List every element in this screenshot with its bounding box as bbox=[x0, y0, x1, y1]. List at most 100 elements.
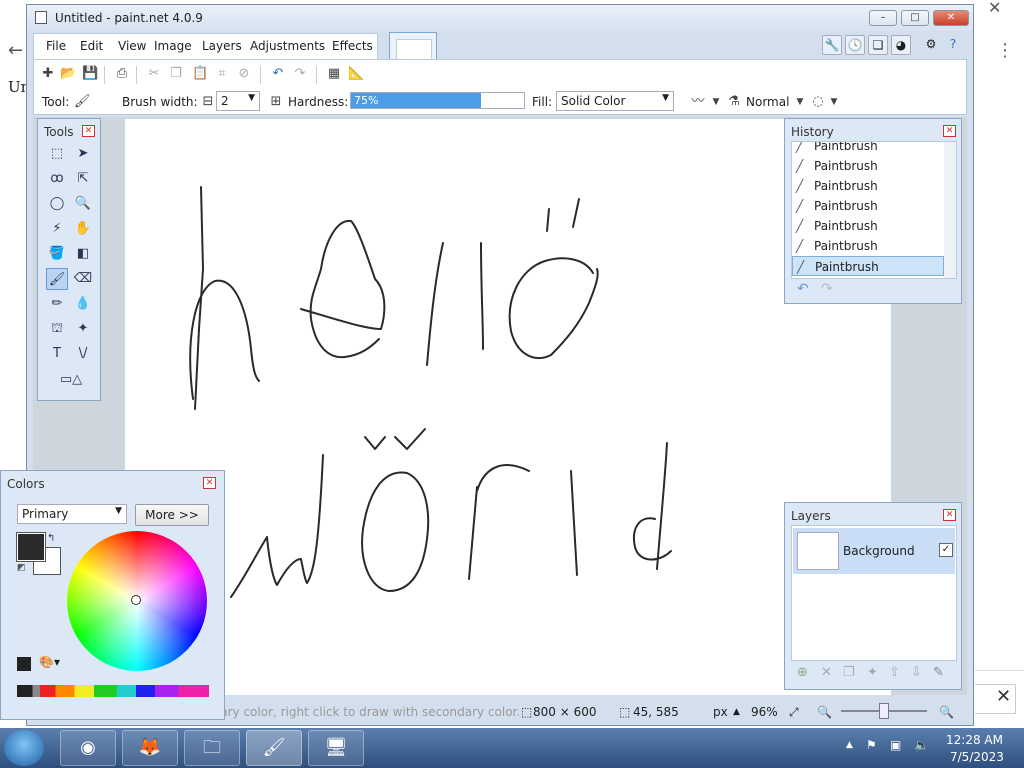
drawing-canvas[interactable] bbox=[125, 119, 891, 695]
recolor-tool-icon[interactable]: ✦ bbox=[72, 318, 94, 340]
chrome-taskbar-icon[interactable]: ◉ bbox=[60, 730, 116, 766]
print-icon[interactable]: ⎙ bbox=[114, 66, 130, 82]
crop-icon[interactable]: ⌗ bbox=[214, 66, 230, 82]
chevron-up-icon[interactable]: ▲ bbox=[733, 707, 740, 717]
network-icon[interactable]: ▣ bbox=[890, 738, 901, 752]
new-icon[interactable]: ✚ bbox=[40, 66, 56, 82]
zoom-to-window-icon[interactable]: ⤢ bbox=[789, 705, 799, 720]
history-item[interactable]: ╱ Paintbrush bbox=[792, 176, 944, 196]
palette-swatch-icon[interactable] bbox=[17, 657, 31, 671]
redo-icon[interactable]: ↷ bbox=[821, 281, 833, 297]
text-tool-icon[interactable]: T bbox=[46, 343, 68, 365]
line-curve-tool-icon[interactable]: \/ bbox=[72, 343, 94, 365]
action-center-icon[interactable]: ⚑ bbox=[866, 738, 877, 752]
add-layer-icon[interactable]: ⊕ bbox=[797, 665, 808, 680]
history-window-icon[interactable]: 🕓 bbox=[845, 35, 865, 55]
maximize-button[interactable]: □ bbox=[901, 10, 929, 26]
start-button[interactable] bbox=[4, 730, 44, 766]
hardness-slider[interactable]: 75% bbox=[350, 92, 525, 109]
palette-menu-icon[interactable]: 🎨▾ bbox=[39, 655, 60, 669]
network-app-taskbar-icon[interactable]: 🖥 bbox=[308, 730, 364, 766]
help-icon[interactable]: ? bbox=[943, 35, 963, 55]
duplicate-layer-icon[interactable]: ❐ bbox=[843, 665, 855, 680]
paintbrush-tool-icon[interactable]: 🖌 bbox=[74, 94, 91, 110]
selection-mode-icon[interactable]: ◌ bbox=[810, 94, 826, 110]
paintnet-taskbar-icon[interactable]: 🖌 bbox=[246, 730, 302, 766]
history-item[interactable]: ╱ Paintbrush bbox=[792, 156, 944, 176]
move-selected-tool-icon[interactable]: ➤ bbox=[72, 143, 94, 165]
pan-tool-icon[interactable]: ✋ bbox=[72, 218, 94, 240]
browser-close-icon[interactable]: ✕ bbox=[988, 0, 1001, 17]
pencil-tool-icon[interactable]: ✏ bbox=[46, 293, 68, 315]
decrease-width-icon[interactable]: ⊟ bbox=[200, 94, 216, 110]
delete-layer-icon[interactable]: ✕ bbox=[821, 665, 832, 680]
menu-adjustments[interactable]: Adjustments bbox=[250, 39, 325, 53]
history-item[interactable]: ╱ Paintbrush bbox=[792, 196, 944, 216]
clone-stamp-tool-icon[interactable]: ⛫ bbox=[46, 318, 68, 340]
menu-file[interactable]: File bbox=[46, 39, 66, 53]
background-close-icon[interactable]: ✕ bbox=[996, 686, 1011, 707]
units-select[interactable]: px bbox=[713, 705, 728, 719]
firefox-taskbar-icon[interactable]: 🦊 bbox=[122, 730, 178, 766]
history-item[interactable]: ╱ Paintbrush bbox=[792, 236, 944, 256]
browser-menu-icon[interactable]: ⋮ bbox=[996, 40, 1014, 61]
title-bar[interactable]: Untitled - paint.net 4.0.9 – □ ✕ bbox=[27, 5, 973, 31]
history-item[interactable]: ╱ Paintbrush bbox=[792, 216, 944, 236]
chevron-down-icon[interactable]: ▼ bbox=[826, 94, 842, 110]
reset-colors-icon[interactable]: ◩ bbox=[17, 563, 26, 573]
color-wheel[interactable] bbox=[67, 531, 207, 671]
primary-color-swatch[interactable] bbox=[16, 532, 46, 562]
minimize-button[interactable]: – bbox=[869, 10, 897, 26]
browser-back-icon[interactable]: ← bbox=[8, 40, 23, 61]
shapes-tool-icon[interactable]: ▭△ bbox=[56, 369, 86, 391]
colors-window-icon[interactable]: ◕ bbox=[891, 35, 911, 55]
copy-icon[interactable]: ❐ bbox=[168, 66, 184, 82]
tray-expand-icon[interactable]: ▲ bbox=[846, 740, 853, 750]
antialiasing-icon[interactable]: 〰 bbox=[690, 94, 706, 110]
move-selection-tool-icon[interactable]: ⇱ bbox=[72, 168, 94, 190]
volume-icon[interactable]: 🔈 bbox=[914, 738, 929, 752]
redo-icon[interactable]: ↷ bbox=[292, 66, 308, 82]
color-palette-strip[interactable] bbox=[17, 685, 209, 697]
paintbrush-tool-icon[interactable]: 🖌 bbox=[46, 268, 68, 290]
zoom-tool-icon[interactable]: 🔍 bbox=[72, 193, 94, 215]
move-layer-up-icon[interactable]: ⇧ bbox=[889, 665, 900, 680]
menu-image[interactable]: Image bbox=[154, 39, 192, 53]
zoom-value[interactable]: 96% bbox=[751, 705, 778, 719]
lasso-select-tool-icon[interactable]: ꝏ bbox=[46, 168, 68, 190]
undo-icon[interactable]: ↶ bbox=[270, 66, 286, 82]
history-item-selected[interactable]: ╱ Paintbrush bbox=[792, 256, 944, 276]
move-layer-down-icon[interactable]: ⇩ bbox=[911, 665, 922, 680]
zoom-slider-thumb[interactable] bbox=[879, 703, 889, 719]
paint-bucket-tool-icon[interactable]: 🪣 bbox=[46, 243, 68, 265]
layer-visibility-checkbox[interactable]: ✓ bbox=[939, 543, 953, 557]
brush-width-select[interactable]: 2 ▼ bbox=[216, 91, 260, 111]
cut-icon[interactable]: ✂ bbox=[146, 66, 162, 82]
ruler-icon[interactable]: 📐 bbox=[348, 66, 364, 82]
clock-time[interactable]: 12:28 AM bbox=[946, 733, 1003, 747]
colors-panel-close-icon[interactable]: ✕ bbox=[203, 477, 216, 489]
layer-row[interactable]: Background ✓ bbox=[793, 528, 955, 574]
color-picker-tool-icon[interactable]: 💧 bbox=[72, 293, 94, 315]
explorer-taskbar-icon[interactable]: 🗀 bbox=[184, 730, 240, 766]
open-icon[interactable]: 📂 bbox=[60, 66, 76, 82]
paste-icon[interactable]: 📋 bbox=[192, 66, 208, 82]
more-colors-button[interactable]: More >> bbox=[135, 504, 209, 526]
increase-width-icon[interactable]: ⊞ bbox=[268, 94, 284, 110]
swap-colors-icon[interactable]: ↰ bbox=[47, 533, 55, 544]
zoom-in-icon[interactable]: 🔍 bbox=[939, 705, 954, 719]
gradient-tool-icon[interactable]: ◧ bbox=[72, 243, 94, 265]
tools-panel-close-icon[interactable]: ✕ bbox=[82, 125, 95, 137]
save-icon[interactable]: 💾 bbox=[82, 66, 98, 82]
clock-date[interactable]: 7/5/2023 bbox=[950, 750, 1004, 764]
ellipse-select-tool-icon[interactable]: ◯ bbox=[46, 193, 68, 215]
color-wheel-cursor[interactable] bbox=[131, 595, 141, 605]
history-panel-close-icon[interactable]: ✕ bbox=[943, 125, 956, 137]
history-item[interactable]: ╱ Paintbrush bbox=[792, 142, 944, 156]
grid-icon[interactable]: ▦ bbox=[326, 66, 342, 82]
menu-view[interactable]: View bbox=[118, 39, 146, 53]
layers-window-icon[interactable]: ❏ bbox=[868, 35, 888, 55]
merge-layer-icon[interactable]: ✦ bbox=[867, 665, 878, 680]
magic-wand-tool-icon[interactable]: ⚡ bbox=[46, 218, 68, 240]
layer-properties-icon[interactable]: ✎ bbox=[933, 665, 944, 680]
